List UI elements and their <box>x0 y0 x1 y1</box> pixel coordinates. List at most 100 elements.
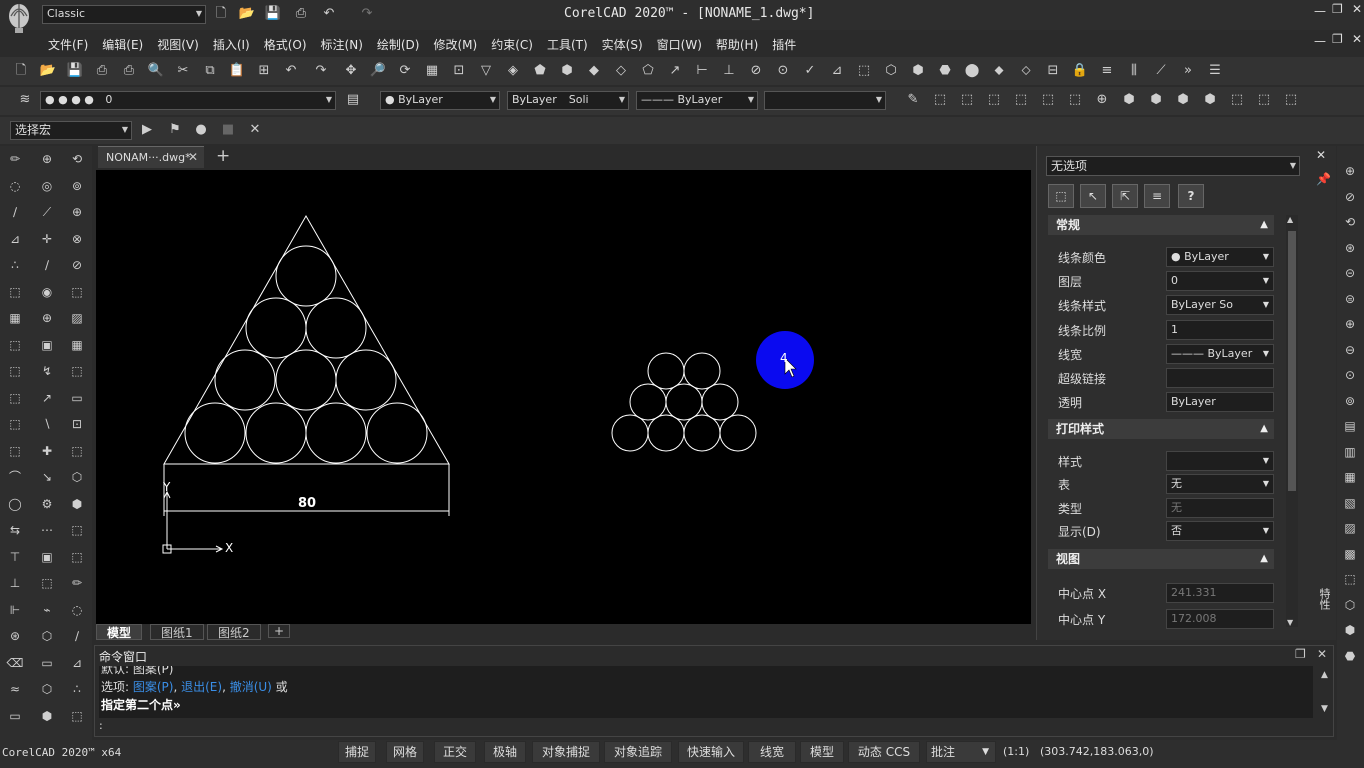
align-icon[interactable]: ≡ <box>1098 62 1116 80</box>
draw-tool-circle-icon[interactable]: ◉ <box>38 283 56 301</box>
view-tool-icon[interactable]: ⬚ <box>1012 91 1030 109</box>
shade-icon[interactable]: ⬟ <box>531 62 549 80</box>
draw-tool-join-icon[interactable]: ⬚ <box>6 442 24 460</box>
scroll-down-icon[interactable]: ▼ <box>1287 618 1293 627</box>
draw-tool-line-icon[interactable]: ⊿ <box>68 654 86 672</box>
command-float-icon[interactable]: ❐ <box>1295 647 1306 661</box>
close-macro-icon[interactable]: ✕ <box>246 121 264 139</box>
draw-tool-arc-icon[interactable]: ↗ <box>38 389 56 407</box>
menu-item[interactable]: 格式(O) <box>264 36 307 53</box>
command-scroll-down-icon[interactable]: ▼ <box>1321 704 1328 714</box>
draw-tool-dim-icon[interactable]: ⊤ <box>6 548 24 566</box>
menu-icon[interactable]: ☰ <box>1206 62 1224 80</box>
view-nav-icon[interactable]: ⊕ <box>1341 315 1359 333</box>
draw-tool-extend-icon[interactable]: ⬚ <box>6 389 24 407</box>
draw-tool-join-icon[interactable]: ⊘ <box>68 256 86 274</box>
lineweight-select[interactable]: ——— ByLayer ▼ <box>636 91 758 110</box>
prop-tool-select[interactable]: ↖ <box>1080 184 1106 208</box>
drawing-canvas[interactable]: 80 X Y 4 <box>96 170 1031 624</box>
view-nav-icon[interactable]: ⬚ <box>1341 570 1359 588</box>
check-icon[interactable]: ✓ <box>801 62 819 80</box>
open-folder-icon[interactable]: 📂 <box>238 5 256 23</box>
pyramid-icon[interactable]: ⬦ <box>1017 62 1035 80</box>
properties-close-icon[interactable]: ✕ <box>1316 148 1326 162</box>
close-button[interactable]: ✕ <box>1352 2 1362 16</box>
draw-tool-ray-icon[interactable]: ⟋ <box>38 203 56 221</box>
draw-tool-plus-icon[interactable]: ✚ <box>38 442 56 460</box>
draw-tool-box-edit-icon[interactable]: ⬚ <box>68 521 86 539</box>
view-tool-icon[interactable]: ⬚ <box>1255 91 1273 109</box>
view-tool-icon[interactable]: ⬚ <box>931 91 949 109</box>
torus-icon[interactable]: ⬥ <box>990 62 1008 80</box>
properties-scrollbar[interactable]: ▲ ▼ <box>1286 215 1298 627</box>
minimize-button[interactable]: — <box>1314 4 1326 18</box>
selection-select[interactable]: 无选项 ▼ <box>1046 156 1300 176</box>
tool-icon[interactable]: ⬠ <box>639 62 657 80</box>
annotation-select[interactable]: 批注 ▼ <box>926 741 996 763</box>
open-icon[interactable]: 📂 <box>39 62 57 80</box>
menu-item[interactable]: 实体(S) <box>602 36 643 53</box>
property-value[interactable]: 0 ▼ <box>1166 271 1274 292</box>
menu-item[interactable]: 帮助(H) <box>716 36 758 53</box>
view-tool-icon[interactable]: ⬢ <box>1201 91 1219 109</box>
layout-tab[interactable]: 模型 <box>96 624 143 640</box>
add-layout-button[interactable]: + <box>268 624 290 638</box>
property-value[interactable]: 否 ▼ <box>1166 520 1274 541</box>
redo-icon[interactable]: ↷ <box>358 5 376 23</box>
draw-tool-array-rect-icon[interactable]: ▦ <box>6 309 24 327</box>
draw-tool-more-icon[interactable]: ⋯ <box>38 521 56 539</box>
draw-tool-line-icon[interactable]: ∕ <box>38 256 56 274</box>
view-nav-icon[interactable]: ⊕ <box>1341 162 1359 180</box>
draw-tool-cross-icon[interactable]: ∕ <box>68 627 86 645</box>
new-file-icon[interactable]: 🗋 <box>212 5 230 23</box>
draw-tool-mline-icon[interactable]: ↘ <box>38 468 56 486</box>
draw-tool-align-icon[interactable]: ▭ <box>68 389 86 407</box>
dim-aligned-icon[interactable]: ⊢ <box>693 62 711 80</box>
preview-icon[interactable]: 🔍 <box>147 62 165 80</box>
copy-icon[interactable]: ⧉ <box>201 62 219 80</box>
sphere-icon[interactable]: ⬤ <box>963 62 981 80</box>
draw-tool-move-copy-icon[interactable]: ▦ <box>68 336 86 354</box>
property-value[interactable]: ——— ByLayer ▼ <box>1166 343 1274 364</box>
draw-tool-array-icon[interactable]: ▭ <box>38 654 56 672</box>
draw-tool-dim-icon[interactable]: ⬚ <box>68 362 86 380</box>
draw-tool-edit-icon[interactable]: ⊩ <box>6 601 24 619</box>
lock-icon[interactable]: 🔒 <box>1071 62 1089 80</box>
draw-tool-extend-icon[interactable]: ⊕ <box>68 203 86 221</box>
draw-tool-rect-icon[interactable]: ▣ <box>38 336 56 354</box>
menu-item[interactable]: 标注(N) <box>321 36 363 53</box>
doc-minimize-button[interactable]: — <box>1314 34 1326 48</box>
grid-icon[interactable]: ▦ <box>423 62 441 80</box>
property-value[interactable]: ByLayer So ▼ <box>1166 295 1274 316</box>
status-toggle-button[interactable]: 快速输入 <box>678 741 744 763</box>
view-nav-icon[interactable]: ⬢ <box>1341 621 1359 639</box>
draw-tool-trim-icon[interactable]: ⊚ <box>68 177 86 195</box>
property-value[interactable]: 无 ▼ <box>1166 474 1274 495</box>
draw-tool-fillet-icon[interactable]: ⌒ <box>6 468 24 486</box>
menu-item[interactable]: 绘制(D) <box>377 36 420 53</box>
new-file-icon[interactable]: 🗋 <box>12 62 30 80</box>
property-value[interactable]: ● ByLayer ▼ <box>1166 247 1274 267</box>
cylinder-icon[interactable]: ⬣ <box>936 62 954 80</box>
draw-tool-array-icon[interactable]: ∴ <box>6 256 24 274</box>
view-nav-icon[interactable]: ⊖ <box>1341 341 1359 359</box>
dim-angle-icon[interactable]: ⊿ <box>828 62 846 80</box>
draw-tool-mirror-icon[interactable]: ⊿ <box>6 230 24 248</box>
paste-icon[interactable]: 📋 <box>228 62 246 80</box>
scroll-up-icon[interactable]: ▲ <box>1287 215 1293 224</box>
layout-tab[interactable]: 图纸1 <box>150 624 204 640</box>
view-nav-icon[interactable]: ⊙ <box>1341 366 1359 384</box>
color-select[interactable]: ● ByLayer ▼ <box>380 91 500 110</box>
property-value[interactable]: ▼ <box>1166 451 1274 471</box>
macro-select[interactable]: 选择宏 ▼ <box>10 121 132 140</box>
draw-tool-add-icon[interactable]: ⊕ <box>38 150 56 168</box>
dim-linear-icon[interactable]: ↗ <box>666 62 684 80</box>
status-toggle-button[interactable]: 极轴 <box>484 741 526 763</box>
doc-close-button[interactable]: ✕ <box>1352 32 1362 46</box>
status-toggle-button[interactable]: 模型 <box>800 741 844 763</box>
draw-tool-stretch-icon[interactable]: ⟲ <box>68 150 86 168</box>
scrollbar-thumb[interactable] <box>1288 231 1296 491</box>
layout-tab[interactable]: 图纸2 <box>207 624 261 640</box>
draw-tool-stretch-icon[interactable]: ⬚ <box>6 336 24 354</box>
layer-select[interactable]: ● ● ● ● 0 ▼ <box>40 91 336 110</box>
